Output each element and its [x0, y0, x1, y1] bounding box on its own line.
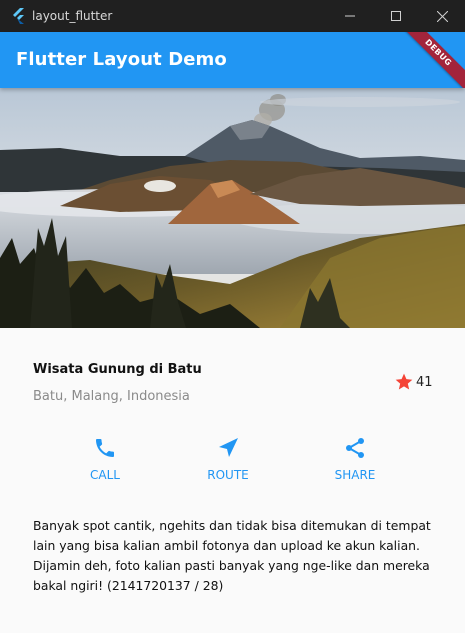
place-title: Wisata Gunung di Batu [33, 362, 202, 377]
route-label: ROUTE [207, 468, 249, 482]
route-button[interactable]: ROUTE [183, 436, 273, 482]
description-text: Banyak spot cantik, ngehits dan tidak bi… [33, 518, 431, 593]
favorite-widget[interactable]: 41 [394, 372, 433, 392]
minimize-button[interactable] [327, 0, 373, 32]
minimize-icon [345, 15, 355, 17]
action-buttons-row: CALL ROUTE SHARE [0, 436, 465, 496]
close-icon [436, 10, 448, 22]
page-title: Flutter Layout Demo [16, 49, 227, 70]
maximize-icon [391, 11, 401, 21]
share-icon [346, 438, 364, 458]
app-window: layout_flutter Flutter Layout Demo DEBUG [0, 0, 465, 633]
window-titlebar[interactable]: layout_flutter [0, 0, 465, 32]
debug-banner: DEBUG [387, 32, 465, 88]
star-icon[interactable] [394, 372, 414, 392]
favorite-count: 41 [416, 374, 433, 390]
share-button[interactable]: SHARE [310, 436, 400, 482]
navigation-icon [219, 438, 238, 457]
share-label: SHARE [334, 468, 376, 482]
place-location: Batu, Malang, Indonesia [33, 389, 190, 404]
call-button[interactable]: CALL [60, 436, 150, 482]
flutter-logo-icon [9, 6, 29, 26]
window-title: layout_flutter [32, 9, 113, 23]
maximize-button[interactable] [373, 0, 419, 32]
app-bar: Flutter Layout Demo DEBUG [0, 32, 465, 88]
call-label: CALL [90, 468, 120, 482]
mountain-photo [0, 88, 465, 328]
close-button[interactable] [419, 0, 465, 32]
phone-icon [96, 439, 114, 457]
